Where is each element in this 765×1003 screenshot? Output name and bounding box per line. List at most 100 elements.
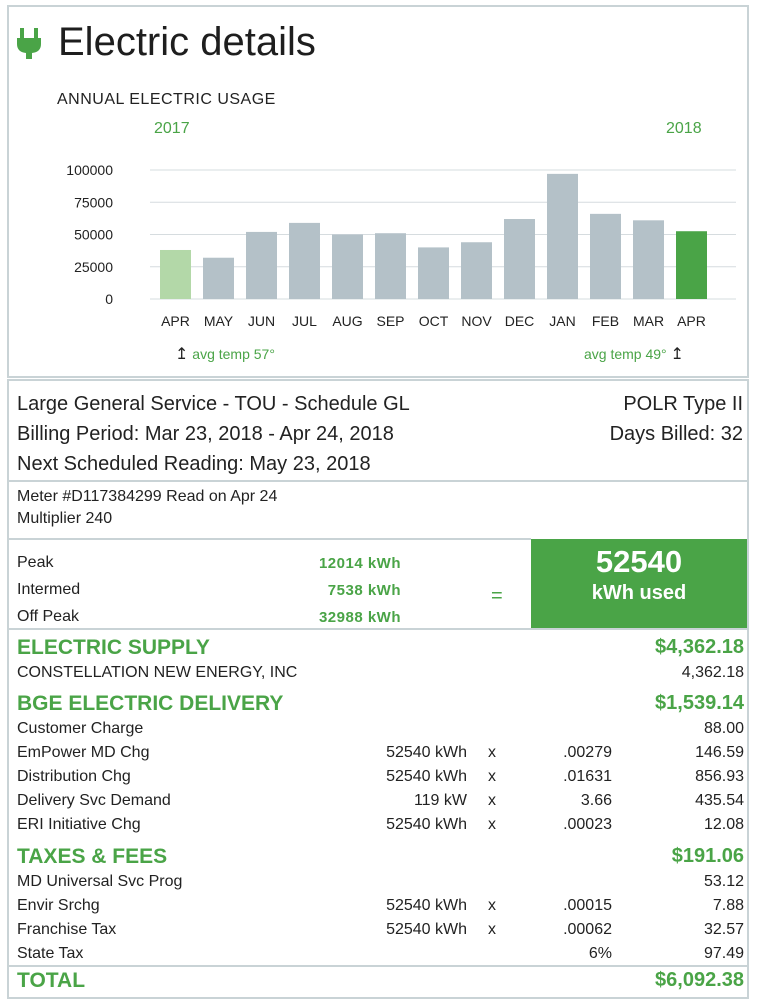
equals-sign: =	[491, 585, 503, 607]
bar-nov	[461, 242, 492, 299]
multiply-sign: x	[488, 897, 496, 914]
bar-dec	[504, 219, 535, 299]
divider	[9, 538, 531, 540]
plug-icon	[17, 28, 41, 59]
multiply-sign: x	[488, 792, 496, 809]
charge-quantity: 52540 kWh	[386, 768, 467, 785]
x-tick-label: APR	[161, 313, 190, 329]
meter-multiplier: Multiplier 240	[17, 510, 113, 527]
section-total: $4,362.18	[655, 636, 744, 658]
charge-amount: 32.57	[703, 921, 744, 938]
x-tick-label: MAR	[633, 313, 664, 329]
bar-apr	[676, 231, 707, 299]
divider	[9, 965, 747, 967]
service-name: Large General Service - TOU - Schedule G…	[17, 393, 410, 415]
charge-quantity: 52540 kWh	[386, 744, 467, 761]
charge-rate: 6%	[588, 945, 612, 962]
charge-amount: 12.08	[703, 816, 744, 833]
reading-label: Peak	[17, 554, 54, 571]
x-tick-label: AUG	[332, 313, 362, 329]
charge-amount: 856.93	[695, 768, 744, 785]
charge-label: CONSTELLATION NEW ENERGY, INC	[17, 664, 298, 681]
charge-rate: .00279	[563, 744, 612, 761]
charge-rate: .00015	[563, 897, 612, 914]
kwh-used-box: 52540 kWh used	[531, 539, 747, 628]
next-reading: Next Scheduled Reading: May 23, 2018	[17, 453, 371, 475]
y-tick-label: 0	[105, 291, 113, 307]
x-tick-label: FEB	[592, 313, 619, 329]
charge-label: State Tax	[17, 945, 84, 962]
meter-info: Meter #D117384299 Read on Apr 24	[17, 488, 278, 505]
charge-amount: 146.59	[695, 744, 744, 761]
chart-title: ANNUAL ELECTRIC USAGE	[57, 91, 276, 108]
charge-rate: 3.66	[580, 792, 612, 809]
charge-quantity: 52540 kWh	[386, 816, 467, 833]
reading-value: 7538 kWh	[327, 582, 401, 599]
charge-amount: 88.00	[703, 720, 744, 737]
x-tick-label: OCT	[419, 313, 449, 329]
charge-label: MD Universal Svc Prog	[17, 873, 183, 890]
multiply-sign: x	[488, 816, 496, 833]
bar-oct	[418, 247, 449, 299]
kwh-used-value: 52540	[595, 544, 683, 579]
usage-bar-chart: 0 25000 50000 75000 100000 APR MAY JUN JUL AUG SEP…	[66, 162, 736, 329]
charge-label: ERI Initiative Chg	[17, 816, 141, 833]
section-total: $1,539.14	[655, 692, 744, 714]
x-tick-label: JUL	[292, 313, 317, 329]
y-tick-label: 50000	[74, 227, 113, 243]
y-tick-label: 75000	[74, 194, 113, 210]
charge-rate: .00023	[563, 816, 612, 833]
charge-rate: .01631	[563, 768, 612, 785]
reading-value: 32988 kWh	[318, 609, 401, 626]
days-billed: Days Billed: 32	[609, 423, 743, 445]
section-title: BGE ELECTRIC DELIVERY	[17, 692, 284, 715]
section-title: ELECTRIC SUPPLY	[17, 636, 210, 659]
charge-quantity: 52540 kWh	[386, 897, 467, 914]
charge-amount: 53.12	[703, 873, 744, 890]
charge-amount: 435.54	[695, 792, 744, 809]
bar-sep	[375, 233, 406, 299]
bar-aug	[332, 234, 363, 299]
x-tick-label: SEP	[376, 313, 404, 329]
x-tick-label: JUN	[248, 313, 275, 329]
multiply-sign: x	[488, 744, 496, 761]
service-type: POLR Type II	[623, 393, 743, 415]
page-title: Electric details	[58, 20, 316, 64]
charge-amount: 97.49	[703, 945, 744, 962]
bar-feb	[590, 213, 621, 299]
reading-label: Intermed	[17, 581, 81, 598]
section-title: TAXES & FEES	[17, 845, 168, 868]
x-tick-label: JAN	[549, 313, 575, 329]
divider	[9, 480, 747, 482]
reading-value: 12014 kWh	[318, 555, 401, 572]
charge-quantity: 52540 kWh	[386, 921, 467, 938]
charge-amount: 4,362.18	[681, 664, 744, 681]
x-tick-label: MAY	[204, 313, 234, 329]
bar-may	[203, 257, 234, 299]
total-label: TOTAL	[17, 969, 86, 992]
arrow-up-left-icon: ↥	[175, 346, 189, 363]
section-total: $191.06	[671, 845, 744, 867]
charge-label: Delivery Svc Demand	[17, 792, 171, 809]
bar-mar	[633, 220, 664, 299]
x-tick-label: NOV	[461, 313, 492, 329]
charge-label: Franchise Tax	[17, 921, 117, 938]
multiply-sign: x	[488, 921, 496, 938]
divider	[9, 628, 747, 630]
bar-apr	[160, 249, 191, 299]
y-tick-label: 25000	[74, 259, 113, 275]
bar-jul	[289, 222, 320, 299]
charge-label: EmPower MD Chg	[17, 744, 150, 761]
temp-end-note: avg temp 49° ↥	[584, 346, 684, 363]
charge-rate: .00062	[563, 921, 612, 938]
arrow-up-right-icon: ↥	[670, 346, 684, 363]
kwh-used-label: kWh used	[591, 582, 687, 604]
bar-jun	[246, 231, 277, 299]
year-start-label: 2017	[154, 120, 190, 137]
year-end-label: 2018	[666, 120, 702, 137]
reading-label: Off Peak	[17, 608, 79, 625]
charge-label: Distribution Chg	[17, 768, 131, 785]
total-amount: $6,092.38	[655, 969, 744, 991]
multiply-sign: x	[488, 768, 496, 785]
charge-label: Customer Charge	[17, 720, 144, 737]
